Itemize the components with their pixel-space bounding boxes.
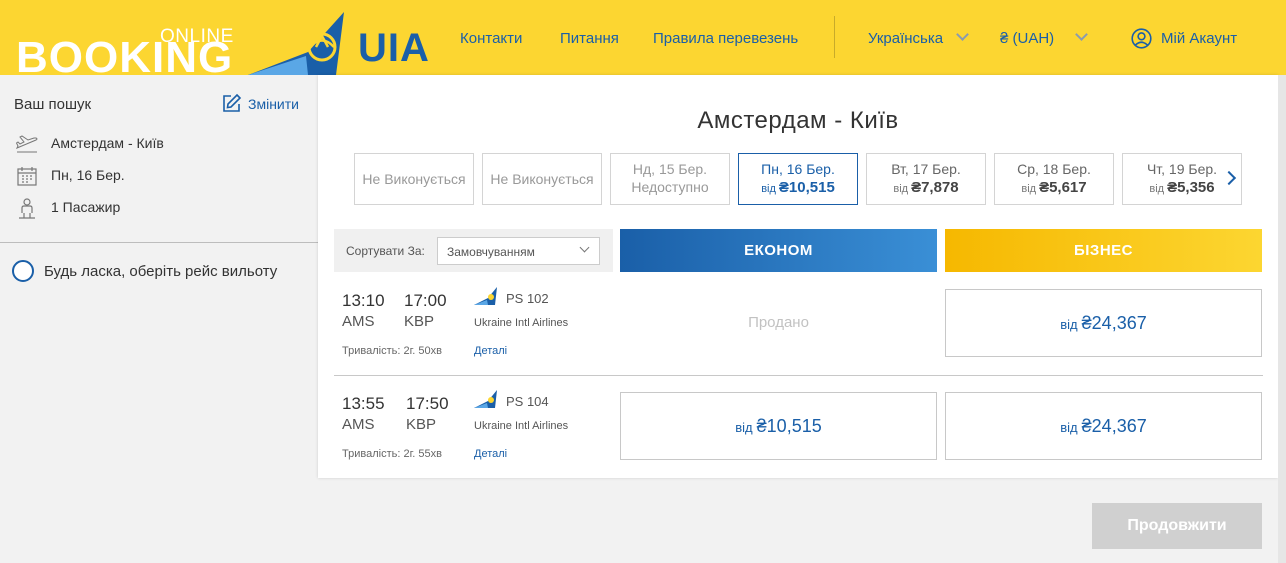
calendar-icon [17,167,37,186]
date-tab-day: Ср, 18 Бер. [1017,161,1091,177]
arrival-time: 17:50 [406,394,449,413]
edit-search-label: Змінити [248,96,299,112]
account-icon[interactable] [1131,28,1152,49]
date-tab[interactable]: Нд, 15 Бер. Недоступно [610,153,730,205]
language-select[interactable]: Українська [868,30,943,47]
sort-control: Сортувати За: Замовчуванням [334,229,613,272]
summary-passengers-text: 1 Пасажир [51,199,121,215]
date-tab-day: Вт, 17 Бер. [891,161,961,177]
flight-details-link[interactable]: Деталі [474,345,507,357]
currency-select[interactable]: ₴ (UAH) [1000,30,1054,47]
nav-divider [834,16,835,58]
airline-name: Ukraine Intl Airlines [474,317,569,329]
departure-airport: AMS [342,313,375,330]
date-tab[interactable]: Не Виконується [354,153,474,205]
passenger-icon [19,198,35,219]
logo-booking-text[interactable]: BOOKING [16,38,233,75]
date-tab-selected[interactable]: Пн, 16 Бер. від ₴10,515 [738,153,858,205]
fare-price: ₴10,515 [756,416,822,436]
date-tab-from: від [893,183,909,195]
date-tab-not-operated: Не Виконується [490,171,594,187]
continue-button[interactable]: Продовжити [1092,503,1262,549]
airline-name: Ukraine Intl Airlines [474,420,569,432]
airline-logo-icon [474,390,497,408]
outbound-flight-radio[interactable] [12,260,34,282]
sort-chevron-down-icon [579,242,590,253]
select-flight-prompt: Будь ласка, оберіть рейс вильоту [44,263,278,280]
economy-fare-button[interactable]: від ₴10,515 [620,392,937,460]
date-tab[interactable]: Не Виконується [482,153,602,205]
flight-duration: Тривалість: 2г. 50хв [342,345,442,357]
fare-from: від [1060,317,1078,332]
airline-logo-icon [474,287,497,305]
search-summary-title: Ваш пошук [14,96,92,113]
business-fare-button[interactable]: від ₴24,367 [945,392,1262,460]
arrival-airport: KBP [406,416,437,433]
sort-select[interactable]: Замовчуванням [437,237,600,265]
language-value: Українська [868,30,944,47]
summary-date-text: Пн, 16 Бер. [51,167,125,183]
flight-row-divider [334,375,1263,376]
business-fare-button[interactable]: від ₴24,367 [945,289,1262,357]
airplane-takeoff-icon [16,135,38,153]
sidebar-divider [0,242,318,243]
sort-label: Сортувати За: [346,244,425,258]
arrival-time: 17:00 [404,291,447,310]
uia-brand-logo[interactable]: UIA [358,28,430,68]
departure-time: 13:10 [342,291,385,310]
arrival-airport: KBP [404,313,435,330]
date-tab-price: ₴5,617 [1039,179,1087,196]
uia-tail-logo-icon[interactable] [248,12,348,75]
date-tab-status: Недоступно [631,179,709,195]
account-link[interactable]: Мій Акаунт [1161,30,1237,47]
date-tab[interactable]: Ср, 18 Бер. від ₴5,617 [994,153,1114,205]
date-tab-price: ₴10,515 [778,179,835,196]
fare-price: ₴24,367 [1081,416,1147,436]
sort-value: Замовчуванням [447,245,535,259]
route-title: Амстердам - Київ [697,107,899,134]
edit-icon [223,93,242,112]
departure-airport: AMS [342,416,375,433]
date-tab-not-operated: Не Виконується [362,171,466,187]
nav-faq-link[interactable]: Питання [560,30,619,47]
page-scrollbar[interactable] [1278,75,1286,563]
fare-price: ₴24,367 [1081,313,1147,333]
date-tab-day: Чт, 19 Бер. [1146,161,1218,177]
currency-value: ₴ (UAH) [1000,30,1055,47]
date-tab-from: від [1021,183,1037,195]
date-tab-price: ₴7,878 [911,179,959,196]
date-tab-day: Нд, 15 Бер. [632,161,708,177]
nav-rules-link[interactable]: Правила перевезень [653,30,798,47]
currency-chevron-down-icon [1075,28,1088,41]
flight-results-panel: Амстердам - Київ Не Виконується Не Викон… [318,75,1278,478]
flight-row: 13:55 17:50 AMS KBP PS 104 Ukraine Intl … [334,378,1263,478]
fare-from: від [1060,420,1078,435]
flight-number: PS 102 [506,291,549,306]
departure-time: 13:55 [342,394,385,413]
summary-route-text: Амстердам - Київ [51,135,164,151]
date-tab-price: ₴5,356 [1167,179,1215,196]
business-class-header: БІЗНЕС [945,229,1262,272]
date-tab-from: від [761,183,776,195]
nav-contacts-link[interactable]: Контакти [460,30,522,47]
flight-number: PS 104 [506,394,549,409]
flight-details-link[interactable]: Деталі [474,448,507,460]
flight-row: 13:10 17:00 AMS KBP PS 102 Ukraine Intl … [334,275,1263,375]
fare-from: від [735,420,753,435]
economy-sold-out: Продано [748,314,809,331]
flight-duration: Тривалість: 2г. 55хв [342,448,442,460]
date-tab-day: Пн, 16 Бер. [761,161,835,177]
date-tab-from: від [1149,183,1165,195]
header: ONLINE BOOKING UIA Контакти Питання Прав… [0,0,1286,75]
economy-class-header: ЕКОНОМ [620,229,937,272]
edit-search-button[interactable]: Змінити [222,93,299,113]
search-summary-sidebar: Ваш пошук Змінити Амстердам - Київ Пн, 1… [0,75,318,563]
language-chevron-down-icon [956,28,969,41]
date-tab[interactable]: Вт, 17 Бер. від ₴7,878 [866,153,986,205]
